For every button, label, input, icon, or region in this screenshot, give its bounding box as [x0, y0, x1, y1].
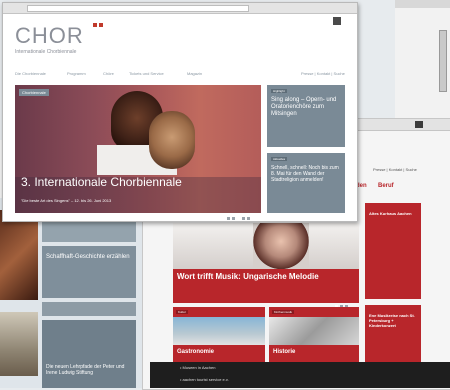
- image-jars: [0, 312, 38, 376]
- tile-2-title: Historie: [273, 349, 296, 355]
- nav-item-beruf[interactable]: Beruf: [378, 183, 394, 189]
- logo-accent-dot-2: [99, 23, 103, 27]
- tile-gastronomie[interactable]: Kultur Gastronomie: [173, 307, 265, 363]
- dark-link-bar: • Museen in Aachen • aachen tourist serv…: [150, 362, 450, 388]
- side-box-1-tag: Highlight: [271, 89, 287, 93]
- dark-link-tourist[interactable]: • aachen tourist service e.v.: [180, 377, 229, 382]
- side-box-1-title: Sing along – Opern- und Oratorienchöre z…: [271, 97, 337, 117]
- feature-portrait: [253, 223, 309, 269]
- close-icon[interactable]: [415, 121, 423, 128]
- address-bar[interactable]: [27, 5, 249, 12]
- hero-badge: Chorbiennale: [19, 89, 49, 96]
- window-titlebar: [395, 0, 450, 8]
- feature-banner[interactable]: Wort trifft Musik: Ungarische Melodie: [173, 223, 359, 308]
- tile-1-image: [173, 317, 265, 345]
- feature-caption-bar: Wort trifft Musik: Ungarische Melodie: [173, 269, 359, 308]
- teaser-2-title: Die neuen Lehrpfade der Peter und Irene …: [46, 364, 125, 376]
- nav-item-magazin[interactable]: Magazin: [187, 71, 202, 76]
- hero-subtitle: "Die beste Art des Singens" – 12. bis 26…: [21, 198, 112, 203]
- nav-item-choere[interactable]: Chöre: [103, 71, 114, 76]
- dark-link-museen-label: Museen in Aachen: [182, 365, 216, 370]
- nav-item-programm[interactable]: Programm: [67, 71, 86, 76]
- logo-text: CHOR: [15, 23, 84, 48]
- hero-pager[interactable]: [227, 207, 252, 225]
- nav-item-chorbiennale[interactable]: Die Chorbiennale: [15, 71, 46, 76]
- left-teaser-box-4[interactable]: Die neuen Lehrpfade der Peter und Irene …: [42, 320, 136, 388]
- logo-accent-dot: [93, 23, 97, 27]
- nav-right-links[interactable]: Presse | Kontakt | Suche: [301, 71, 345, 76]
- logo-subtitle: Internationale Chorbiennale: [15, 49, 77, 55]
- side-box-2-title: Schnell, schnell: Noch bis zum 8. Mai fü…: [271, 165, 339, 183]
- nav-item-tickets[interactable]: Tickets und Service: [129, 71, 164, 76]
- feature-title: Wort trifft Musik: Ungarische Melodie: [177, 272, 319, 281]
- sidebar-box-2-title: Ene Musikreise nach St. Petersburg + Kin…: [369, 313, 415, 328]
- window-close-icon[interactable]: [333, 17, 341, 25]
- side-box-2-tag: Aktuelles: [271, 157, 288, 161]
- image-violin: [0, 210, 38, 300]
- sidebar-box-1-title: Altes Kurhaus Aachen: [369, 211, 412, 216]
- window-scrollbar[interactable]: [439, 30, 447, 92]
- main-nav: Die Chorbiennale Programm Chöre Tickets …: [15, 71, 345, 77]
- hero-child-2: [149, 111, 195, 169]
- tile-2-image: [269, 317, 359, 345]
- left-teaser-box-2[interactable]: Schaffhaft-Geschichte erzählen: [42, 246, 136, 298]
- tile-2-tag: Kirchenmusik: [272, 310, 295, 314]
- teaser-title: Schaffhaft-Geschichte erzählen: [46, 254, 130, 260]
- side-box-aktuelles[interactable]: Aktuelles Schnell, schnell: Noch bis zum…: [267, 153, 345, 213]
- front-window: CHOR Internationale Chorbiennale Die Cho…: [2, 2, 358, 222]
- tile-historie[interactable]: Kirchenmusik Historie: [269, 307, 359, 363]
- dark-link-tourist-label: aachen tourist service e.v.: [182, 377, 229, 382]
- browser-toolbar: [3, 3, 357, 14]
- left-teaser-box-3[interactable]: [42, 302, 136, 316]
- tile-1-tag: Kultur: [176, 310, 188, 314]
- background-window-right: [395, 0, 450, 118]
- dark-link-museen[interactable]: • Museen in Aachen: [180, 365, 215, 370]
- tile-1-title: Gastronomie: [177, 349, 215, 355]
- sidebar-box-kurhaus[interactable]: Altes Kurhaus Aachen: [365, 203, 421, 299]
- hero-title: 3. Internationale Chorbiennale: [21, 175, 182, 189]
- right-top-links[interactable]: Presse | Kontakt | Suche: [373, 167, 417, 172]
- hero-slider[interactable]: Chorbiennale 3. Internationale Chorbienn…: [15, 85, 261, 220]
- side-box-highlight[interactable]: Highlight Sing along – Opern- und Orator…: [267, 85, 345, 147]
